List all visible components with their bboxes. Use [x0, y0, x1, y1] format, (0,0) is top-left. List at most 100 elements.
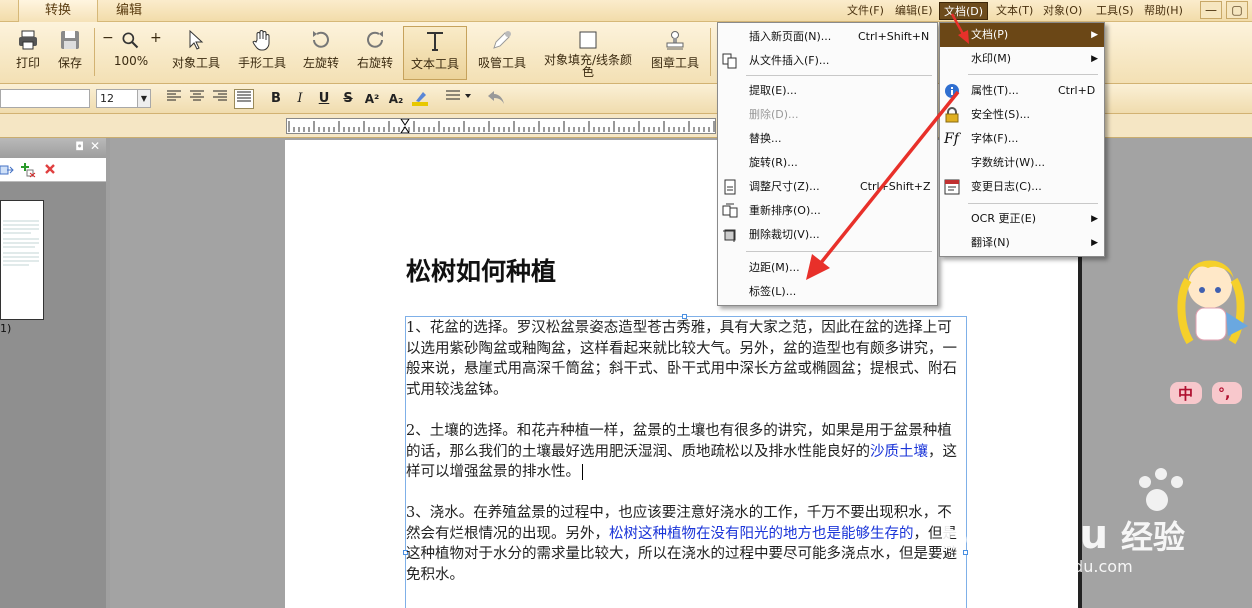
magnifier-icon — [122, 32, 139, 49]
zoom-in-button[interactable]: + — [150, 30, 162, 46]
menu-item-label: 替换... — [749, 132, 782, 145]
fill-stroke-color-button[interactable]: 对象填充/线条颜 色 — [538, 26, 638, 80]
menu-item-label: 插入新页面(N)... — [749, 30, 832, 43]
align-center-icon — [190, 90, 204, 101]
menu-text[interactable]: 文本(T) — [992, 2, 1037, 20]
page-export-icon[interactable] — [0, 163, 14, 177]
menu-item-document-pages[interactable]: 文档(P) ▶ — [940, 23, 1104, 47]
font-family-select[interactable] — [0, 89, 90, 108]
menu-document[interactable]: 文档(D) — [939, 2, 989, 20]
menu-item-label: 属性(T)... — [971, 84, 1019, 97]
restore-button[interactable]: ▢ — [1226, 1, 1248, 19]
menu-item-watermark[interactable]: 水印(M) ▶ — [940, 47, 1104, 71]
line-spacing-button[interactable] — [444, 89, 474, 109]
pointer-arrow-icon — [189, 29, 204, 50]
rotate-right-button[interactable]: 右旋转 — [352, 26, 398, 80]
panel-header: ◘ ✕ — [0, 138, 106, 158]
superscript-button[interactable]: A² — [362, 89, 382, 109]
menu-item-margins[interactable]: 边距(M)... — [718, 256, 937, 280]
change-log-icon — [944, 179, 960, 195]
menu-item-label: 删除裁切(V)... — [749, 228, 820, 241]
align-center-button[interactable] — [187, 89, 207, 109]
highlighted-text: 松树这种植物在没有阳光的地方也是能够生存的 — [609, 525, 914, 542]
hand-icon — [252, 30, 270, 51]
pages-panel: ◘ ✕ 1) — [0, 138, 106, 608]
menu-help[interactable]: 帮助(H) — [1140, 2, 1187, 20]
align-left-button[interactable] — [164, 89, 184, 109]
subscript-button[interactable]: A₂ — [386, 89, 406, 109]
menu-item-word-count[interactable]: 字数统计(W)... — [940, 151, 1104, 175]
submenu-arrow-icon: ▶ — [1091, 54, 1098, 64]
menu-item-extract[interactable]: 提取(E)... — [718, 79, 937, 103]
zoom-level: 100% — [113, 54, 149, 68]
minimize-button[interactable]: — — [1200, 1, 1222, 19]
menu-item-remove-crop[interactable]: 删除裁切(V)... — [718, 223, 937, 247]
undo-button[interactable] — [486, 89, 506, 109]
zoom-out-button[interactable]: − — [102, 30, 114, 46]
text-tool-button[interactable]: 文本工具 — [403, 26, 467, 80]
pipette-tool-button[interactable]: 吸管工具 — [472, 26, 532, 80]
menu-item-translate[interactable]: 翻译(N) ▶ — [940, 231, 1104, 255]
tab-convert[interactable]: 转换 — [18, 0, 98, 22]
menu-item-properties[interactable]: 属性(T)... Ctrl+D — [940, 79, 1104, 103]
menu-item-label: 重新排序(O)... — [749, 204, 821, 217]
hand-tool-button[interactable]: 手形工具 — [234, 26, 290, 80]
tool-label: 保存 — [57, 56, 82, 70]
font-size-value: 12 — [100, 92, 114, 105]
menu-item-fonts[interactable]: Ff 字体(F)... — [940, 127, 1104, 151]
tool-label: 打印 — [15, 56, 40, 70]
menu-item-insert-from-file[interactable]: 从文件插入(F)... — [718, 49, 937, 73]
menu-item-change-log[interactable]: 变更日志(C)... — [940, 175, 1104, 199]
menu-item-rotate[interactable]: 旋转(R)... — [718, 151, 937, 175]
tab-label: 转换 — [44, 3, 71, 18]
add-page-icon[interactable] — [20, 162, 36, 178]
menu-item-security[interactable]: 安全性(S)... — [940, 103, 1104, 127]
menu-item-label: 调整尺寸(Z)... — [749, 180, 820, 193]
menu-item-resize[interactable]: 调整尺寸(Z)... Ctrl+Shift+Z — [718, 175, 937, 199]
tab-edit[interactable]: 编辑 — [98, 0, 160, 22]
page-thumbnail[interactable] — [0, 200, 44, 320]
menu-edit[interactable]: 编辑(E) — [891, 2, 937, 20]
menu-item-delete[interactable]: 删除(D)... — [718, 103, 937, 127]
svg-text:du: du — [1051, 512, 1108, 558]
pin-icon[interactable]: ◘ — [75, 140, 84, 153]
tool-label: 右旋转 — [356, 56, 393, 70]
print-button[interactable]: 打印 — [8, 26, 48, 80]
document-menu: 文档(P) ▶ 水印(M) ▶ 属性(T)... Ctrl+D 安全性(S)... F… — [939, 22, 1105, 257]
panel-toolbar — [0, 158, 106, 182]
bold-button[interactable]: B — [266, 89, 286, 109]
text-box[interactable]: 1、花盆的选择。罗汉松盆景姿态造型苍古秀雅，具有大家之范，因此在盆的选择上可以选… — [403, 314, 968, 608]
strikethrough-button[interactable]: S — [338, 89, 358, 109]
menu-item-label: 旋转(R)... — [749, 156, 798, 169]
italic-button[interactable]: I — [290, 89, 310, 109]
submenu-arrow-icon: ▶ — [1091, 214, 1098, 224]
underline-button[interactable]: U — [314, 89, 334, 109]
menu-item-label: 文档(P) — [971, 28, 1009, 41]
tool-label: 吸管工具 — [477, 56, 526, 70]
zoom-control[interactable]: − + 100% — [98, 26, 164, 80]
paragraph-1: 1、花盆的选择。罗汉松盆景姿态造型苍古秀雅，具有大家之范，因此在盆的选择上可以选… — [406, 320, 957, 398]
menu-item-labels[interactable]: 标签(L)... — [718, 280, 937, 304]
menu-item-ocr-correct[interactable]: OCR 更正(E) ▶ — [940, 207, 1104, 231]
rotate-left-button[interactable]: 左旋转 — [298, 26, 344, 80]
menu-item-replace[interactable]: 替换... — [718, 127, 937, 151]
menu-item-label: 边距(M)... — [749, 261, 800, 274]
thumbnail-lines — [3, 220, 39, 266]
stamp-tool-button[interactable]: 图章工具 — [645, 26, 705, 80]
menu-tools[interactable]: 工具(S) — [1092, 2, 1138, 20]
menu-item-label: 字体(F)... — [971, 132, 1019, 145]
align-right-button[interactable] — [210, 89, 230, 109]
object-tool-button[interactable]: 对象工具 — [168, 26, 224, 80]
menu-item-insert-new-page[interactable]: 插入新页面(N)... Ctrl+Shift+N — [718, 25, 937, 49]
close-icon[interactable]: ✕ — [90, 139, 100, 153]
menu-object[interactable]: 对象(O) — [1039, 2, 1086, 20]
horizontal-ruler[interactable] — [286, 118, 716, 134]
highlight-color-button[interactable] — [410, 89, 430, 109]
menu-file[interactable]: 文件(F) — [843, 2, 888, 20]
save-button[interactable]: 保存 — [50, 26, 90, 80]
menu-item-reorder[interactable]: 重新排序(O)... — [718, 199, 937, 223]
align-justify-button[interactable] — [234, 89, 254, 109]
font-size-select[interactable]: 12 ▼ — [96, 89, 151, 108]
delete-page-icon[interactable] — [44, 163, 56, 175]
undo-arrow-icon — [488, 91, 504, 104]
